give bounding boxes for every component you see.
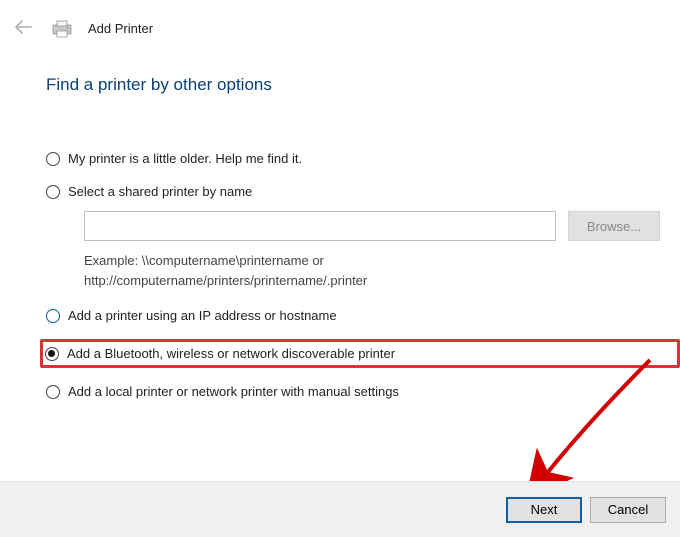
example-line1: Example: \\computername\printername or: [84, 253, 324, 268]
next-button[interactable]: Next: [506, 497, 582, 523]
option-shared-printer[interactable]: Select a shared printer by name: [46, 182, 680, 201]
label-older-printer[interactable]: My printer is a little older. Help me fi…: [68, 151, 302, 166]
page-heading: Find a printer by other options: [46, 75, 680, 95]
option-older-printer[interactable]: My printer is a little older. Help me fi…: [46, 149, 680, 168]
printer-options-group: My printer is a little older. Help me fi…: [46, 149, 680, 415]
wizard-footer: Next Cancel: [0, 481, 680, 537]
option-ip-address[interactable]: Add a printer using an IP address or hos…: [46, 306, 680, 325]
option-local-printer[interactable]: Add a local printer or network printer w…: [46, 382, 680, 401]
browse-button: Browse...: [568, 211, 660, 241]
label-ip-address[interactable]: Add a printer using an IP address or hos…: [68, 308, 337, 323]
shared-printer-path-input: [84, 211, 556, 241]
example-line2: http://computername/printers/printername…: [84, 273, 367, 288]
label-shared-printer[interactable]: Select a shared printer by name: [68, 184, 252, 199]
radio-local-printer[interactable]: [46, 385, 60, 399]
wizard-body: Find a printer by other options My print…: [0, 47, 680, 415]
option-bluetooth-highlight: Add a Bluetooth, wireless or network dis…: [40, 339, 680, 368]
radio-ip-address[interactable]: [46, 309, 60, 323]
printer-icon: [50, 20, 74, 38]
cancel-button[interactable]: Cancel: [590, 497, 666, 523]
label-local-printer[interactable]: Add a local printer or network printer w…: [68, 384, 399, 399]
radio-bluetooth-network[interactable]: [45, 347, 59, 361]
back-arrow-icon: [10, 18, 36, 39]
radio-older-printer[interactable]: [46, 152, 60, 166]
wizard-title: Add Printer: [88, 21, 153, 36]
radio-shared-printer[interactable]: [46, 185, 60, 199]
wizard-header: Add Printer: [0, 0, 680, 47]
shared-printer-subgroup: Browse... Example: \\computername\printe…: [84, 211, 680, 290]
label-bluetooth-network[interactable]: Add a Bluetooth, wireless or network dis…: [67, 346, 395, 361]
example-text: Example: \\computername\printername or h…: [84, 251, 680, 290]
